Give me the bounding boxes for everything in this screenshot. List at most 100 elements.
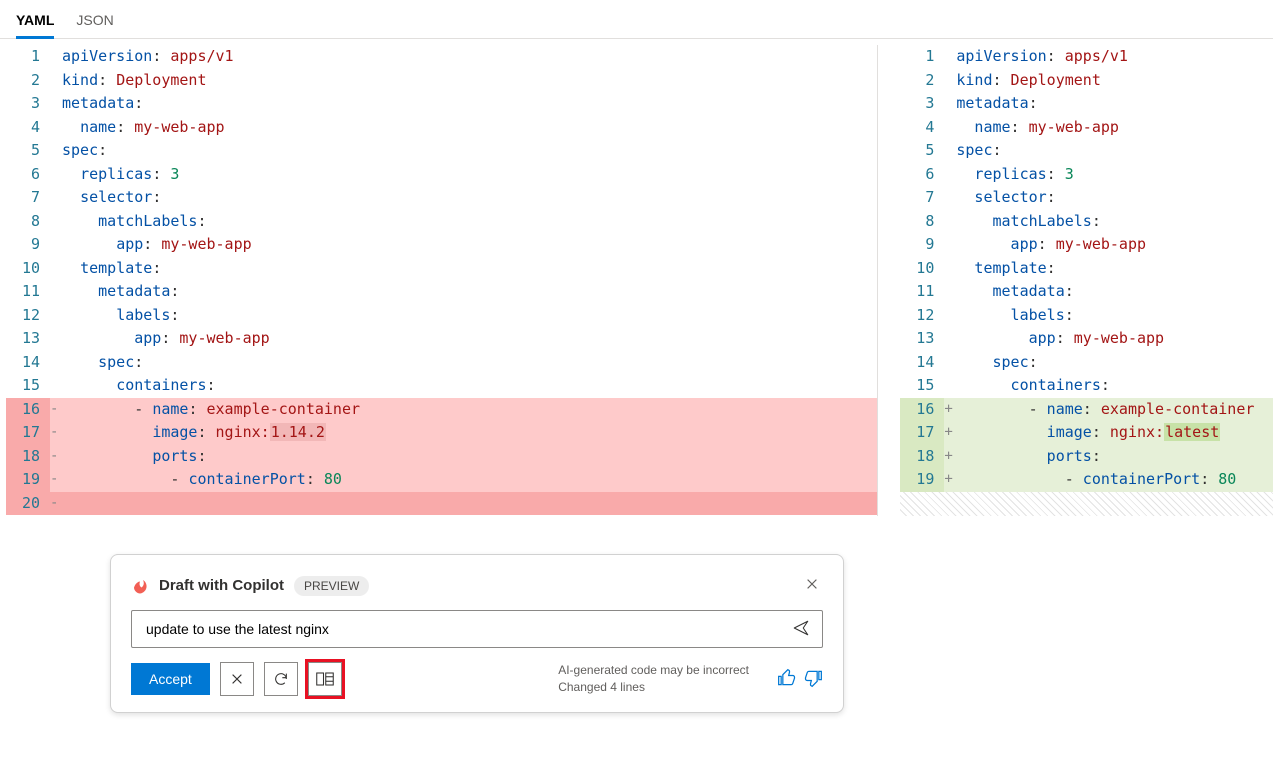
- code-modified[interactable]: 1apiVersion: apps/v12kind: Deployment3 me…: [900, 45, 1273, 492]
- close-icon: [230, 672, 244, 686]
- toggle-diff-button[interactable]: [308, 662, 342, 696]
- line-number: 16: [6, 398, 50, 422]
- diff-original-pane: 1apiVersion: apps/v12kind: Deployment3me…: [0, 45, 878, 516]
- line-number: 11: [900, 280, 944, 304]
- code-line[interactable]: 12 labels:: [6, 304, 877, 328]
- code-text: kind: Deployment: [956, 69, 1273, 93]
- code-line[interactable]: 10 template:: [6, 257, 877, 281]
- line-number: 6: [900, 163, 944, 187]
- thumbs-up-button[interactable]: [777, 668, 797, 691]
- code-text: spec:: [62, 351, 877, 375]
- code-line[interactable]: 16+ - name: example-container: [900, 398, 1273, 422]
- accept-button[interactable]: Accept: [131, 663, 210, 695]
- diff-mark: +: [944, 445, 956, 469]
- diff-mark: [944, 45, 956, 69]
- line-number: 3: [900, 92, 944, 116]
- line-number: 9: [6, 233, 50, 257]
- close-button[interactable]: [801, 573, 823, 598]
- diff-mark: [50, 374, 62, 398]
- copilot-logo-icon: [131, 577, 149, 595]
- code-line[interactable]: 1apiVersion: apps/v1: [6, 45, 877, 69]
- code-text: metadata:: [956, 280, 1273, 304]
- code-line[interactable]: 10 template:: [900, 257, 1273, 281]
- code-line[interactable]: 6 replicas: 3: [900, 163, 1273, 187]
- code-text: spec:: [62, 139, 877, 163]
- diff-view-icon: [316, 672, 334, 686]
- code-line[interactable]: 8 matchLabels:: [6, 210, 877, 234]
- code-line[interactable]: 15 containers:: [900, 374, 1273, 398]
- diff-view: 1apiVersion: apps/v12kind: Deployment3me…: [0, 39, 1273, 516]
- code-line[interactable]: 2kind: Deployment: [900, 69, 1273, 93]
- code-line[interactable]: 7 selector:: [6, 186, 877, 210]
- line-number: 12: [6, 304, 50, 328]
- code-text: metadata:: [956, 92, 1273, 116]
- send-button[interactable]: [788, 615, 814, 644]
- code-line[interactable]: 4 name: my-web-app: [6, 116, 877, 140]
- diff-mark: -: [50, 421, 62, 445]
- code-text: name: my-web-app: [956, 116, 1273, 140]
- thumbs-down-button[interactable]: [803, 668, 823, 691]
- code-text: [62, 492, 877, 516]
- code-line[interactable]: 2kind: Deployment: [6, 69, 877, 93]
- line-number: 2: [6, 69, 50, 93]
- code-line[interactable]: 14 spec:: [900, 351, 1273, 375]
- code-line[interactable]: 5spec:: [900, 139, 1273, 163]
- line-number: 15: [6, 374, 50, 398]
- code-line[interactable]: 11 metadata:: [6, 280, 877, 304]
- tab-json[interactable]: JSON: [76, 6, 113, 38]
- code-line[interactable]: 18- ports:: [6, 445, 877, 469]
- code-line[interactable]: 15 containers:: [6, 374, 877, 398]
- diff-mark: [50, 210, 62, 234]
- code-line[interactable]: 17+ image: nginx:latest: [900, 421, 1273, 445]
- preview-badge: PREVIEW: [294, 576, 369, 596]
- line-number: 18: [900, 445, 944, 469]
- code-line[interactable]: 14 spec:: [6, 351, 877, 375]
- diff-mark: [944, 92, 956, 116]
- code-line[interactable]: 18+ ports:: [900, 445, 1273, 469]
- code-line[interactable]: 19+ - containerPort: 80: [900, 468, 1273, 492]
- diff-mark: [50, 163, 62, 187]
- code-line[interactable]: 11 metadata:: [900, 280, 1273, 304]
- code-text: template:: [62, 257, 877, 281]
- diff-mark: [944, 163, 956, 187]
- diff-mark: [944, 304, 956, 328]
- tab-yaml[interactable]: YAML: [16, 6, 54, 38]
- code-line[interactable]: 7 selector:: [900, 186, 1273, 210]
- code-line[interactable]: 5spec:: [6, 139, 877, 163]
- code-line[interactable]: 6 replicas: 3: [6, 163, 877, 187]
- code-line[interactable]: 3 metadata:: [900, 92, 1273, 116]
- code-line[interactable]: 13 app: my-web-app: [6, 327, 877, 351]
- code-line[interactable]: 4 name: my-web-app: [900, 116, 1273, 140]
- code-line[interactable]: 3metadata:: [6, 92, 877, 116]
- line-number: 7: [900, 186, 944, 210]
- code-text: - containerPort: 80: [62, 468, 877, 492]
- code-line[interactable]: 16- - name: example-container: [6, 398, 877, 422]
- diff-mark: -: [50, 398, 62, 422]
- code-line[interactable]: 1apiVersion: apps/v1: [900, 45, 1273, 69]
- code-line[interactable]: 9 app: my-web-app: [6, 233, 877, 257]
- code-line[interactable]: 8 matchLabels:: [900, 210, 1273, 234]
- line-number: 10: [6, 257, 50, 281]
- discard-button[interactable]: [220, 662, 254, 696]
- code-line[interactable]: 19- - containerPort: 80: [6, 468, 877, 492]
- code-text: app: my-web-app: [956, 327, 1273, 351]
- code-line[interactable]: 17- image: nginx:1.14.2: [6, 421, 877, 445]
- code-text: - name: example-container: [62, 398, 877, 422]
- code-original[interactable]: 1apiVersion: apps/v12kind: Deployment3me…: [6, 45, 877, 515]
- prompt-input[interactable]: [144, 620, 788, 638]
- copilot-popup: Draft with Copilot PREVIEW Accept AI-gen…: [110, 554, 844, 713]
- code-text: selector:: [956, 186, 1273, 210]
- code-text: selector:: [62, 186, 877, 210]
- code-line[interactable]: 20-: [6, 492, 877, 516]
- code-line[interactable]: 12 labels:: [900, 304, 1273, 328]
- diff-mark: -: [50, 468, 62, 492]
- line-number: 6: [6, 163, 50, 187]
- code-line[interactable]: 13 app: my-web-app: [900, 327, 1273, 351]
- line-number: 1: [6, 45, 50, 69]
- regenerate-button[interactable]: [264, 662, 298, 696]
- code-text: labels:: [62, 304, 877, 328]
- line-number: 9: [900, 233, 944, 257]
- code-text: containers:: [956, 374, 1273, 398]
- line-number: 14: [6, 351, 50, 375]
- code-line[interactable]: 9 app: my-web-app: [900, 233, 1273, 257]
